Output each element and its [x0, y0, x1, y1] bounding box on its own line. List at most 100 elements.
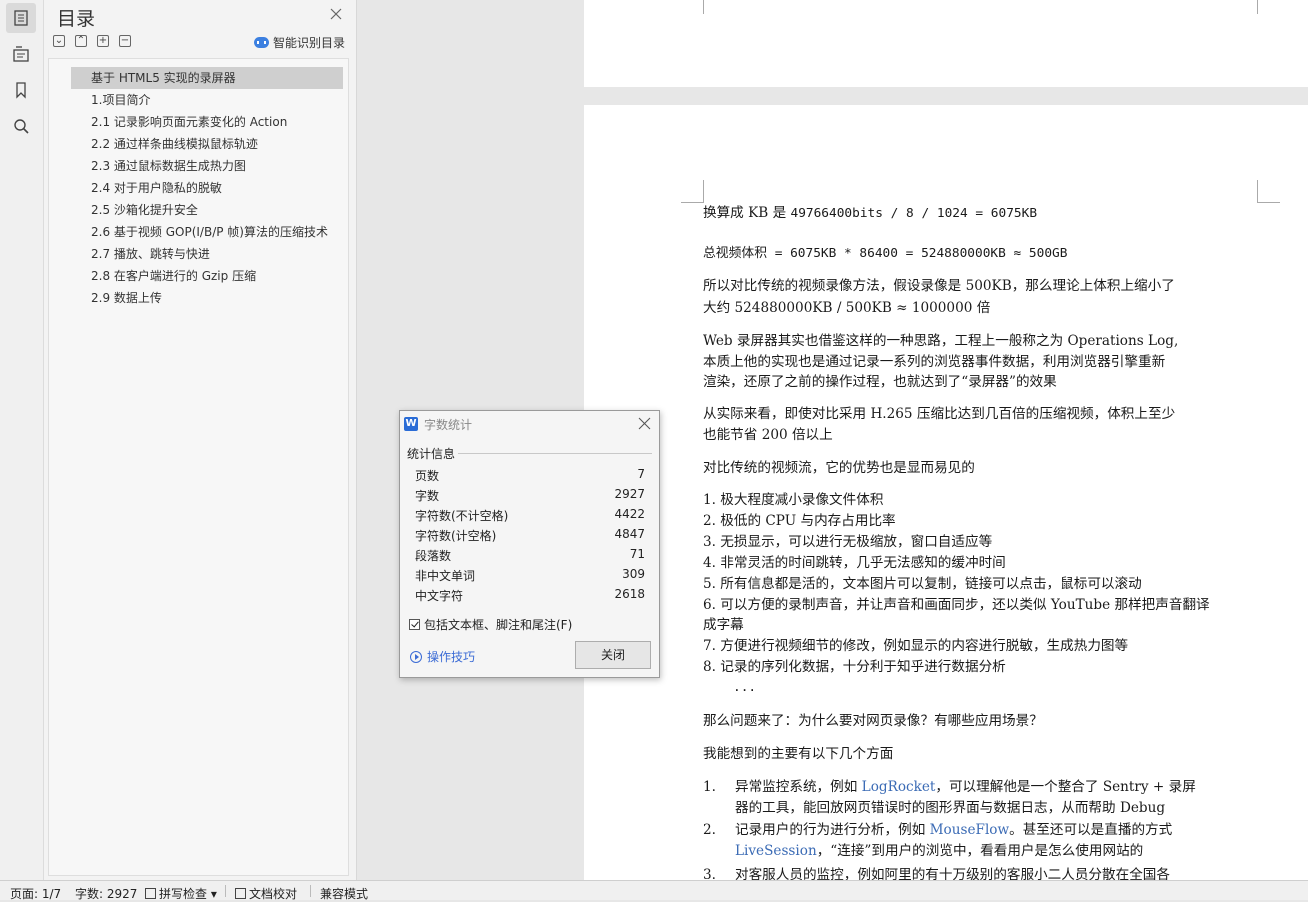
close-icon[interactable]: [638, 417, 651, 430]
paragraph-line: 对比传统的视频流，它的优势也是显而易见的: [703, 460, 975, 476]
paragraph-line: 我能想到的主要有以下几个方面: [703, 746, 894, 762]
checkbox-label: 包括文本框、脚注和尾注(F): [424, 618, 573, 632]
expand-all-icon[interactable]: +: [97, 35, 109, 47]
tips-link[interactable]: 操作技巧: [410, 648, 475, 665]
toc-item-9[interactable]: 2.8 在客户端进行的 Gzip 压缩: [71, 265, 343, 287]
stat-label: 中文字符: [415, 589, 464, 603]
paragraph-line: 渲染，还原了之前的操作过程，也就达到了“录屏器”的效果: [703, 374, 1057, 390]
stat-value: 2927: [614, 487, 645, 501]
toc-panel-icon[interactable]: [6, 3, 36, 33]
list-item: 3. 无损显示，可以进行无极缩放，窗口自适应等: [703, 534, 993, 550]
total-volume-line: 总视频体积 = 6075KB * 86400 = 524880000KB ≈ 5…: [703, 246, 1068, 261]
list-item: 成字幕: [703, 617, 744, 633]
toc-panel: 目录 ⌄ ⌃ + − 智能识别目录 基于 HTML5 实现的录屏器 1.项目简介…: [44, 0, 357, 880]
stat-label: 字数: [415, 489, 440, 503]
stat-row: 字符数(不计空格) 4422: [415, 505, 645, 525]
check-icon: [145, 888, 156, 899]
mouseflow-link[interactable]: MouseFlow: [930, 822, 1009, 838]
divider: [458, 453, 652, 454]
paragraph-line: 大约 524880000KB / 500KB ≈ 1000000 倍: [703, 300, 991, 316]
paragraph-line: 也能节省 200 倍以上: [703, 427, 833, 443]
stat-value: 7: [637, 467, 645, 481]
logrocket-link[interactable]: LogRocket: [862, 779, 936, 795]
stat-value: 71: [629, 547, 645, 561]
toc-item-5[interactable]: 2.4 对于用户隐私的脱敏: [71, 177, 343, 199]
word-count-indicator[interactable]: 字数: 2927: [75, 885, 137, 902]
list-item: 8. 记录的序列化数据，十分利于知乎进行数据分析: [703, 659, 1006, 675]
collapse-up-icon[interactable]: ⌃: [75, 35, 87, 47]
tips-label: 操作技巧: [427, 650, 476, 664]
list-item: 4. 非常灵活的时间跳转，几乎无法感知的缓冲时间: [703, 555, 1006, 571]
toc-toolbar: ⌄ ⌃ + −: [53, 35, 131, 47]
toc-item-4[interactable]: 2.3 通过鼠标数据生成热力图: [71, 155, 343, 177]
toc-item-8[interactable]: 2.7 播放、跳转与快进: [71, 243, 343, 265]
question-line: 那么问题来了：为什么要对网页录像？有哪些应用场景？: [703, 713, 1043, 729]
list-item: 1. 极大程度减小录像文件体积: [703, 492, 884, 508]
toc-item-7[interactable]: 2.6 基于视频 GOP(I/B/P 帧)算法的压缩技术: [71, 221, 343, 243]
toc-item-10[interactable]: 2.9 数据上传: [71, 287, 343, 309]
stat-row: 页数 7: [415, 465, 645, 485]
wps-writer-icon: W: [404, 417, 418, 431]
checkbox-checked-icon[interactable]: [409, 619, 420, 630]
kb-line: 换算成 KB 是 49766400bits / 8 / 1024 = 6075K…: [703, 205, 1038, 221]
stat-row: 中文字符 2618: [415, 585, 645, 605]
include-footnotes-checkbox[interactable]: 包括文本框、脚注和尾注(F): [409, 616, 572, 633]
smart-recognize-icon: [254, 37, 269, 48]
paragraph-line: 从实际来看，即使对比采用 H.265 压缩比达到几百倍的压缩视频，体积上至少: [703, 406, 1176, 422]
dialog-titlebar[interactable]: W 字数统计: [400, 411, 659, 437]
chapter-nav-icon[interactable]: [6, 39, 36, 69]
stat-label: 页数: [415, 469, 440, 483]
smart-toc-label: 智能识别目录: [273, 36, 346, 50]
scenario-line: LiveSession，“连接”到用户的浏览中，看看用户是怎么使用网站的: [735, 843, 1144, 859]
compat-mode-label: 兼容模式: [320, 887, 369, 901]
stat-label: 非中文单词: [415, 569, 476, 583]
list-item: 5. 所有信息都是活的，文本图片可以复制，链接可以点击，鼠标可以滚动: [703, 576, 1142, 592]
status-bar: 页面: 1/7 字数: 2927 拼写检查 ▾ 文档校对 兼容模式: [0, 880, 1308, 902]
stats-section-title: 统计信息: [407, 447, 456, 461]
close-icon[interactable]: [328, 6, 344, 22]
bookmark-icon[interactable]: [6, 75, 36, 105]
crop-mark: [1257, 0, 1280, 14]
collapse-all-icon[interactable]: −: [119, 35, 131, 47]
toc-item-6[interactable]: 2.5 沙箱化提升安全: [71, 199, 343, 221]
list-item: 6. 可以方便的录制声音，并让声音和画面同步，还以类似 YouTube 那样把声…: [703, 597, 1210, 613]
left-icon-rail: [0, 0, 44, 880]
stat-row: 非中文单词 309: [415, 565, 645, 585]
stat-value: 309: [622, 567, 645, 581]
scenario-line: 异常监控系统，例如 LogRocket，可以理解他是一个整合了 Sentry +…: [735, 779, 1196, 795]
paragraph-line: 本质上他的实现也是通过记录一系列的浏览器事件数据，利用浏览器引擎重新: [703, 354, 1166, 370]
stat-label: 段落数: [415, 549, 452, 563]
scenario-line: 器的工具，能回放网页错误时的图形界面与数据日志，从而帮助 Debug: [735, 800, 1166, 816]
stat-label: 字符数(不计空格): [415, 509, 509, 523]
stat-value: 4847: [614, 527, 645, 541]
stat-value: 4422: [614, 507, 645, 521]
doc-proofread-button[interactable]: 文档校对: [235, 885, 297, 902]
dialog-title: 字数统计: [424, 418, 473, 432]
toc-title: 目录: [57, 8, 96, 30]
toc-item-0[interactable]: 基于 HTML5 实现的录屏器: [71, 67, 343, 89]
crop-mark: [681, 0, 704, 14]
scenario-num: 2.: [703, 822, 716, 838]
stat-value: 2618: [614, 587, 645, 601]
document-page-previous: [584, 0, 1308, 87]
stat-label: 字符数(计空格): [415, 529, 497, 543]
page-indicator[interactable]: 页面: 1/7: [10, 885, 61, 902]
smart-toc-button[interactable]: 智能识别目录: [254, 34, 345, 51]
search-icon[interactable]: [6, 111, 36, 141]
expand-down-icon[interactable]: ⌄: [53, 35, 65, 47]
list-item: 7. 方便进行视频细节的修改，例如显示的内容进行脱敏，生成热力图等: [703, 638, 1129, 654]
crop-mark: [681, 180, 704, 203]
close-button[interactable]: 关闭: [575, 641, 651, 669]
word-count-dialog: W 字数统计 统计信息 页数 7 字数 2927 字符数(不计空格) 4422 字符数…: [399, 410, 660, 678]
toc-item-1[interactable]: 1.项目简介: [71, 89, 343, 111]
toc-item-3[interactable]: 2.2 通过样条曲线模拟鼠标轨迹: [71, 133, 343, 155]
divider: [310, 885, 311, 897]
toc-item-2[interactable]: 2.1 记录影响页面元素变化的 Action: [71, 111, 343, 133]
paragraph-line: 所以对比传统的视频录像方法，假设录像是 500KB，那么理论上体积上缩小了: [703, 278, 1175, 294]
divider: [225, 885, 226, 897]
toc-list: 基于 HTML5 实现的录屏器 1.项目简介 2.1 记录影响页面元素变化的 A…: [48, 58, 349, 876]
livesession-link[interactable]: LiveSession: [735, 843, 817, 859]
spell-check-toggle[interactable]: 拼写检查 ▾: [145, 885, 217, 902]
document-page[interactable]: 换算成 KB 是 49766400bits / 8 / 1024 = 6075K…: [584, 105, 1308, 883]
scenario-num: 1.: [703, 779, 716, 795]
